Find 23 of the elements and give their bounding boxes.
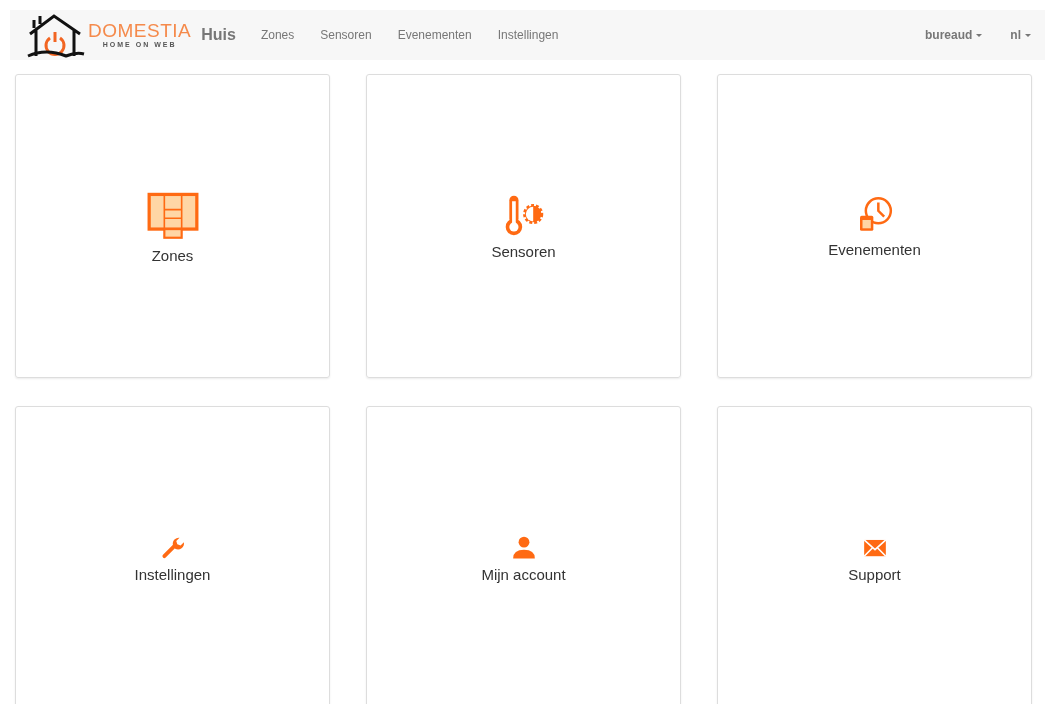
tile-label: Support [848,565,901,583]
caret-icon [976,33,983,37]
tile-card[interactable]: Mijn account [366,406,681,704]
tile-card[interactable]: Instellingen [15,406,330,704]
house-logo-icon [26,12,86,58]
nav-link[interactable]: Instellingen [484,28,572,42]
caret-icon [1025,33,1031,37]
brand-link[interactable]: Huis [201,26,236,44]
dropdown-toggle[interactable]: nl [996,28,1045,42]
tile-label: Zones [151,246,194,264]
tile-label: Evenementen [828,240,921,258]
tile-label: Instellingen [134,565,211,583]
tile-label: Sensoren [491,242,556,260]
nav-link[interactable]: Zones [247,28,308,42]
tile-card[interactable]: Support [717,406,1032,704]
logo-name: DOMESTIA [88,21,192,41]
tile-card[interactable]: Sensoren [366,74,681,378]
nav-link[interactable]: Sensoren [307,28,385,42]
tile-card[interactable]: Zones [15,74,330,378]
tile-card[interactable]: Evenementen [717,74,1032,378]
dropdown-toggle[interactable]: bureaud [911,28,997,42]
nav-link[interactable]: Evenementen [384,28,485,42]
tile-label: Mijn account [481,565,566,583]
